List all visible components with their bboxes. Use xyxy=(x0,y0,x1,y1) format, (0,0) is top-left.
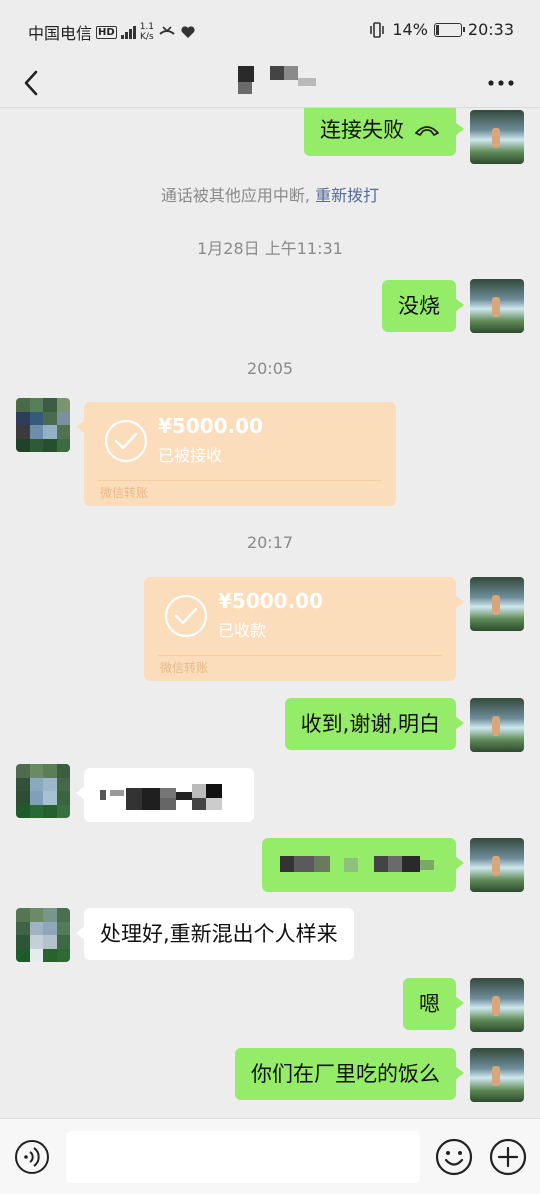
divider xyxy=(158,655,442,656)
transfer-footer: 微信转账 xyxy=(160,661,209,675)
message-bubble[interactable]: 处理好,重新混出个人样来 xyxy=(76,908,354,960)
net-speed-value: 1.1 xyxy=(139,22,155,32)
status-left: 中国电信 HD 1.1 K/s xyxy=(28,20,196,44)
contact-name-redacted xyxy=(238,66,316,94)
message-text: 没烧 xyxy=(398,294,440,318)
message-text: 收到,谢谢,明白 xyxy=(300,712,440,736)
check-icon xyxy=(164,594,208,638)
transfer-card[interactable]: ¥5000.00 已收款 微信转账 xyxy=(144,577,464,681)
more-icon[interactable] xyxy=(486,68,516,98)
emoji-icon[interactable] xyxy=(434,1137,474,1177)
call-interrupted-notice: 通话被其他应用中断, 重新拨打 xyxy=(0,182,540,206)
redacted-text xyxy=(100,784,222,810)
my-avatar[interactable] xyxy=(470,838,524,892)
message-text: 你们在厂里吃的饭么 xyxy=(251,1062,440,1086)
transfer-card[interactable]: ¥5000.00 已被接收 微信转账 xyxy=(76,402,396,506)
call-failed-text: 连接失败 xyxy=(320,118,404,142)
message-bubble[interactable]: 嗯 xyxy=(403,978,464,1030)
message-input[interactable] xyxy=(66,1131,420,1183)
vibrate-icon xyxy=(370,21,385,38)
redial-link[interactable]: 重新拨打 xyxy=(315,186,379,205)
my-avatar[interactable] xyxy=(470,110,524,164)
health-icon xyxy=(181,26,195,38)
voice-icon[interactable] xyxy=(14,1139,50,1175)
call-interrupted-text: 通话被其他应用中断, xyxy=(160,186,310,205)
contact-avatar[interactable] xyxy=(16,764,70,818)
carrier-name: 中国电信 xyxy=(28,24,93,43)
contact-avatar[interactable] xyxy=(16,398,70,452)
status-bar: 中国电信 HD 1.1 K/s 14% 20:33 xyxy=(0,0,540,58)
battery-percent: 14% xyxy=(392,20,428,39)
avatar-mosaic xyxy=(16,908,70,962)
redacted-text xyxy=(280,856,434,872)
call-failed-bubble[interactable]: 连接失败 xyxy=(304,108,464,156)
redacted-message-bubble[interactable] xyxy=(76,768,254,822)
transfer-amount: ¥5000.00 xyxy=(158,414,264,438)
transfer-amount: ¥5000.00 xyxy=(218,589,324,613)
battery-icon xyxy=(433,22,465,37)
avatar-mosaic xyxy=(16,764,70,818)
signal-icon xyxy=(120,25,136,39)
net-speed: 1.1 K/s xyxy=(140,22,154,42)
my-avatar[interactable] xyxy=(470,978,524,1032)
transfer-footer: 微信转账 xyxy=(100,486,149,500)
transfer-status: 已收款 xyxy=(218,621,267,640)
input-bar xyxy=(0,1118,540,1194)
timestamp: 20:17 xyxy=(246,533,294,552)
message-bubble[interactable]: 收到,谢谢,明白 xyxy=(284,698,465,750)
plus-icon[interactable] xyxy=(488,1137,528,1177)
missed-call-icon xyxy=(159,26,175,35)
chat-history[interactable]: 连接失败 通话被其他应用中断, 重新拨打 1月28日 上午11:31 没烧 20… xyxy=(0,108,540,1118)
redacted-message-bubble[interactable] xyxy=(262,838,464,892)
chat-header xyxy=(0,58,540,108)
transfer-status: 已被接收 xyxy=(158,446,223,465)
message-text: 嗯 xyxy=(419,992,440,1016)
hangup-icon xyxy=(415,126,439,136)
my-avatar[interactable] xyxy=(470,1048,524,1102)
message-text: 处理好,重新混出个人样来 xyxy=(100,922,338,946)
check-icon xyxy=(104,419,148,463)
avatar-mosaic xyxy=(16,398,70,452)
message-bubble[interactable]: 你们在厂里吃的饭么 xyxy=(235,1048,464,1100)
clock: 20:33 xyxy=(467,20,514,39)
back-icon[interactable] xyxy=(18,66,48,100)
divider xyxy=(98,480,382,481)
timestamp: 1月28日 上午11:31 xyxy=(197,239,343,258)
status-right: 14% 20:33 xyxy=(368,20,514,39)
timestamp: 20:05 xyxy=(246,359,294,378)
contact-avatar[interactable] xyxy=(16,908,70,962)
message-bubble[interactable]: 没烧 xyxy=(382,280,464,332)
my-avatar[interactable] xyxy=(470,279,524,333)
my-avatar[interactable] xyxy=(470,698,524,752)
my-avatar[interactable] xyxy=(470,577,524,631)
hd-badge: HD xyxy=(96,25,117,39)
net-speed-unit: K/s xyxy=(140,32,154,42)
